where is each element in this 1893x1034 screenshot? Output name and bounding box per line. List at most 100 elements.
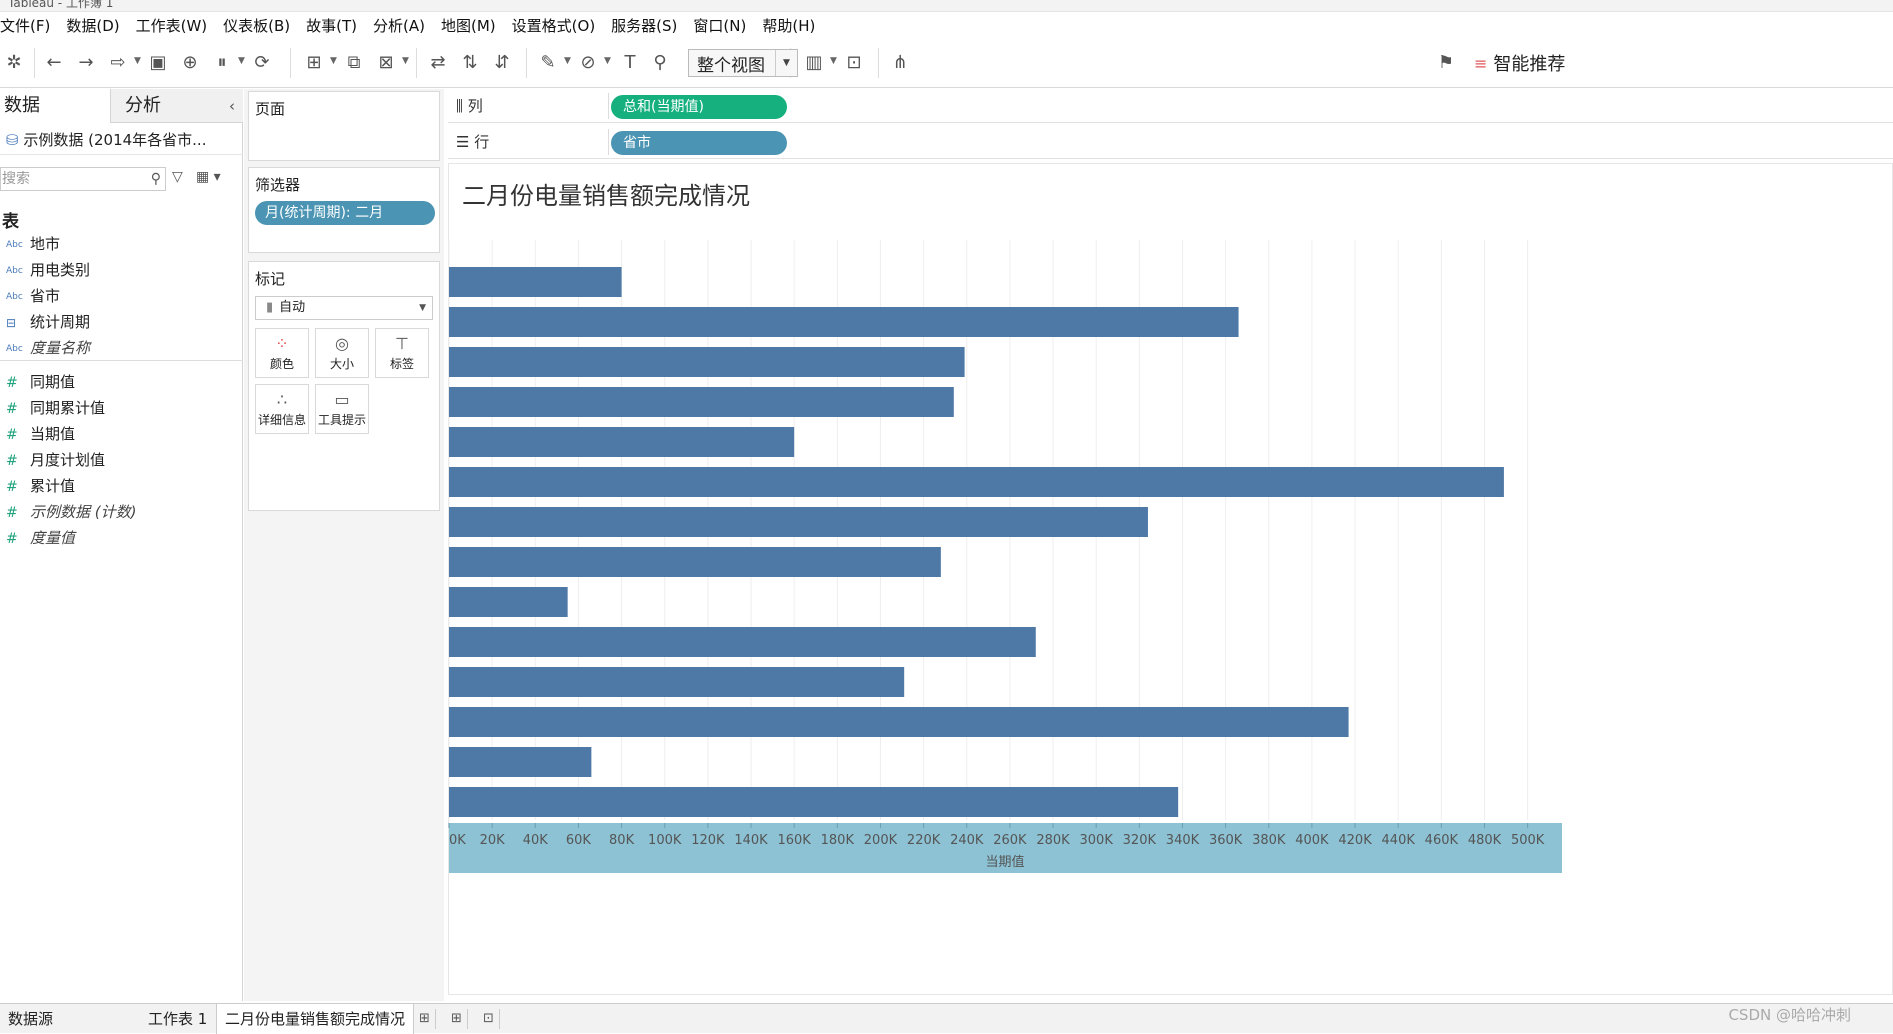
label-button[interactable]: ⊤ 标签	[375, 328, 429, 378]
dimension-field[interactable]: Abc 省市	[0, 285, 60, 307]
group-icon[interactable]: ⊘	[574, 48, 602, 76]
rows-pill[interactable]: 省市	[611, 131, 787, 155]
pages-card-title: 页面	[255, 100, 286, 118]
rows-drop-area[interactable]: 省市	[608, 129, 1893, 155]
color-button[interactable]: ⁘ 颜色	[255, 328, 309, 378]
pages-card[interactable]: 页面	[248, 91, 440, 161]
search-input[interactable]: 搜索 ⚲	[0, 167, 166, 191]
dimension-field[interactable]: Abc 用电类别	[0, 259, 90, 281]
columns-drop-area[interactable]: 总和(当期值)	[608, 93, 1893, 119]
menu-item[interactable]: 帮助(H)	[754, 15, 823, 36]
measure-field[interactable]: # 月度计划值	[0, 449, 105, 471]
filter-pill[interactable]: 月(统计周期): 二月	[255, 201, 435, 225]
tab-data-label: 数据	[4, 95, 40, 116]
field-name: 示例数据 (计数)	[30, 503, 137, 521]
show-cards-icon[interactable]: ▥	[800, 48, 828, 76]
menu-item[interactable]: 服务器(S)	[603, 15, 685, 36]
tab-sheet-1[interactable]: 工作表 1	[140, 1004, 215, 1034]
chevron-down-icon[interactable]: ▼	[330, 56, 337, 66]
chevron-down-icon[interactable]: ▼	[564, 56, 571, 66]
tab-analysis[interactable]: 分析 ‹	[110, 89, 243, 123]
rows-shelf[interactable]: ☰ 行 省市	[448, 125, 1893, 159]
collapse-pane-icon[interactable]: ‹	[229, 89, 235, 123]
new-dashboard-icon[interactable]: ⊞	[446, 1009, 468, 1029]
new-datasource-icon[interactable]: ⊕	[176, 48, 204, 76]
chevron-down-icon[interactable]: ▼	[830, 56, 837, 66]
new-worksheet-icon[interactable]: ⊞	[414, 1009, 436, 1029]
datasource-item[interactable]: ⛁ 示例数据 (2014年各省市...	[0, 125, 243, 155]
tab-datasource[interactable]: 数据源	[0, 1004, 61, 1034]
dimension-field[interactable]: Abc 度量名称	[0, 337, 90, 359]
measure-field[interactable]: # 同期累计值	[0, 397, 105, 419]
measure-field[interactable]: # 度量值	[0, 527, 75, 549]
menu-item[interactable]: 工作表(W)	[128, 15, 216, 36]
bar	[449, 467, 1504, 497]
chevron-down-icon[interactable]: ▼	[134, 56, 141, 66]
measure-field[interactable]: # 示例数据 (计数)	[0, 501, 136, 523]
show-labels-icon[interactable]: T	[616, 48, 644, 76]
size-label: 大小	[329, 357, 354, 371]
dimension-field[interactable]: Abc 地市	[0, 233, 60, 255]
detail-label: 详细信息	[257, 413, 306, 427]
clear-sheet-icon[interactable]: ⊠	[372, 48, 400, 76]
menu-item[interactable]: 设置格式(O)	[504, 15, 604, 36]
bar	[449, 707, 1349, 737]
new-story-icon[interactable]: ⊡	[478, 1009, 500, 1029]
menu-item[interactable]: 数据(D)	[58, 15, 127, 36]
filter-icon[interactable]: ▽	[172, 169, 183, 185]
new-sheet-icon[interactable]: ⊞	[300, 48, 328, 76]
refresh-icon[interactable]: ⟳	[248, 48, 276, 76]
menu-item[interactable]: 窗口(N)	[685, 15, 754, 36]
menu-item[interactable]: 分析(A)	[365, 15, 433, 36]
view-size-select[interactable]: 整个视图 ▼	[688, 49, 798, 77]
watermark: CSDN @哈哈冲刺	[1728, 1006, 1851, 1024]
bar	[449, 787, 1179, 817]
x-tick-label: 380K	[1252, 833, 1286, 848]
menu-item[interactable]: 仪表板(B)	[215, 15, 298, 36]
menu-item[interactable]: 地图(M)	[433, 15, 504, 36]
view-options-icon[interactable]: ▦ ▾	[196, 169, 221, 185]
bar	[449, 427, 795, 457]
format-painter-icon[interactable]: ⚑	[1432, 48, 1460, 76]
chevron-down-icon[interactable]: ▼	[238, 56, 245, 66]
replay-icon[interactable]: ⇨	[104, 48, 132, 76]
share-icon[interactable]: ⋔	[886, 48, 914, 76]
filters-card[interactable]: 筛选器 月(统计周期): 二月	[248, 167, 440, 253]
redo-icon[interactable]: →	[72, 48, 100, 76]
tooltip-button[interactable]: ▭ 工具提示	[315, 384, 369, 434]
detail-icon: ∴	[276, 390, 288, 409]
columns-shelf-label: ⫼ 列	[456, 89, 483, 123]
tab-active-sheet[interactable]: 二月份电量销售额完成情况	[216, 1004, 415, 1034]
marks-type-select[interactable]: ▮ 自动 ▼	[255, 296, 433, 320]
size-button[interactable]: ◎ 大小	[315, 328, 369, 378]
undo-icon[interactable]: ←	[40, 48, 68, 76]
sort-descending-icon[interactable]: ⇵	[488, 48, 516, 76]
presentation-mode-icon[interactable]: ⊡	[840, 48, 868, 76]
menu-item[interactable]: 文件(F)	[0, 15, 58, 36]
chevron-down-icon[interactable]: ▼	[604, 56, 611, 66]
dimension-field[interactable]: ⊟ 统计周期	[0, 311, 90, 333]
rows-shelf-label: ☰ 行	[456, 125, 489, 159]
swap-rows-columns-icon[interactable]: ⇄	[424, 48, 452, 76]
field-name: 当期值	[30, 425, 76, 443]
smart-recommend-button[interactable]: ≡ 智能推荐	[1474, 49, 1586, 77]
chevron-down-icon[interactable]: ▼	[402, 56, 409, 66]
measure-field[interactable]: # 同期值	[0, 371, 75, 393]
duplicate-sheet-icon[interactable]: ⧉	[340, 48, 368, 76]
columns-shelf[interactable]: ⫼ 列 总和(当期值)	[448, 89, 1893, 123]
detail-button[interactable]: ∴ 详细信息	[255, 384, 309, 434]
pin-icon[interactable]: ⚲	[646, 48, 674, 76]
x-tick-label: 300K	[1080, 833, 1114, 848]
tab-data[interactable]: 数据	[0, 89, 110, 123]
pause-datasource-icon[interactable]: ⏸	[208, 48, 236, 76]
tables-header: 表	[2, 212, 19, 232]
measure-field[interactable]: # 累计值	[0, 475, 75, 497]
sort-ascending-icon[interactable]: ⇅	[456, 48, 484, 76]
highlight-icon[interactable]: ✎	[534, 48, 562, 76]
view-size-value: 整个视图	[697, 55, 765, 76]
columns-pill[interactable]: 总和(当期值)	[611, 95, 787, 119]
tableau-logo-icon[interactable]: ✲	[0, 48, 28, 76]
menu-item[interactable]: 故事(T)	[298, 15, 365, 36]
save-icon[interactable]: ▣	[144, 48, 172, 76]
measure-field[interactable]: # 当期值	[0, 423, 75, 445]
